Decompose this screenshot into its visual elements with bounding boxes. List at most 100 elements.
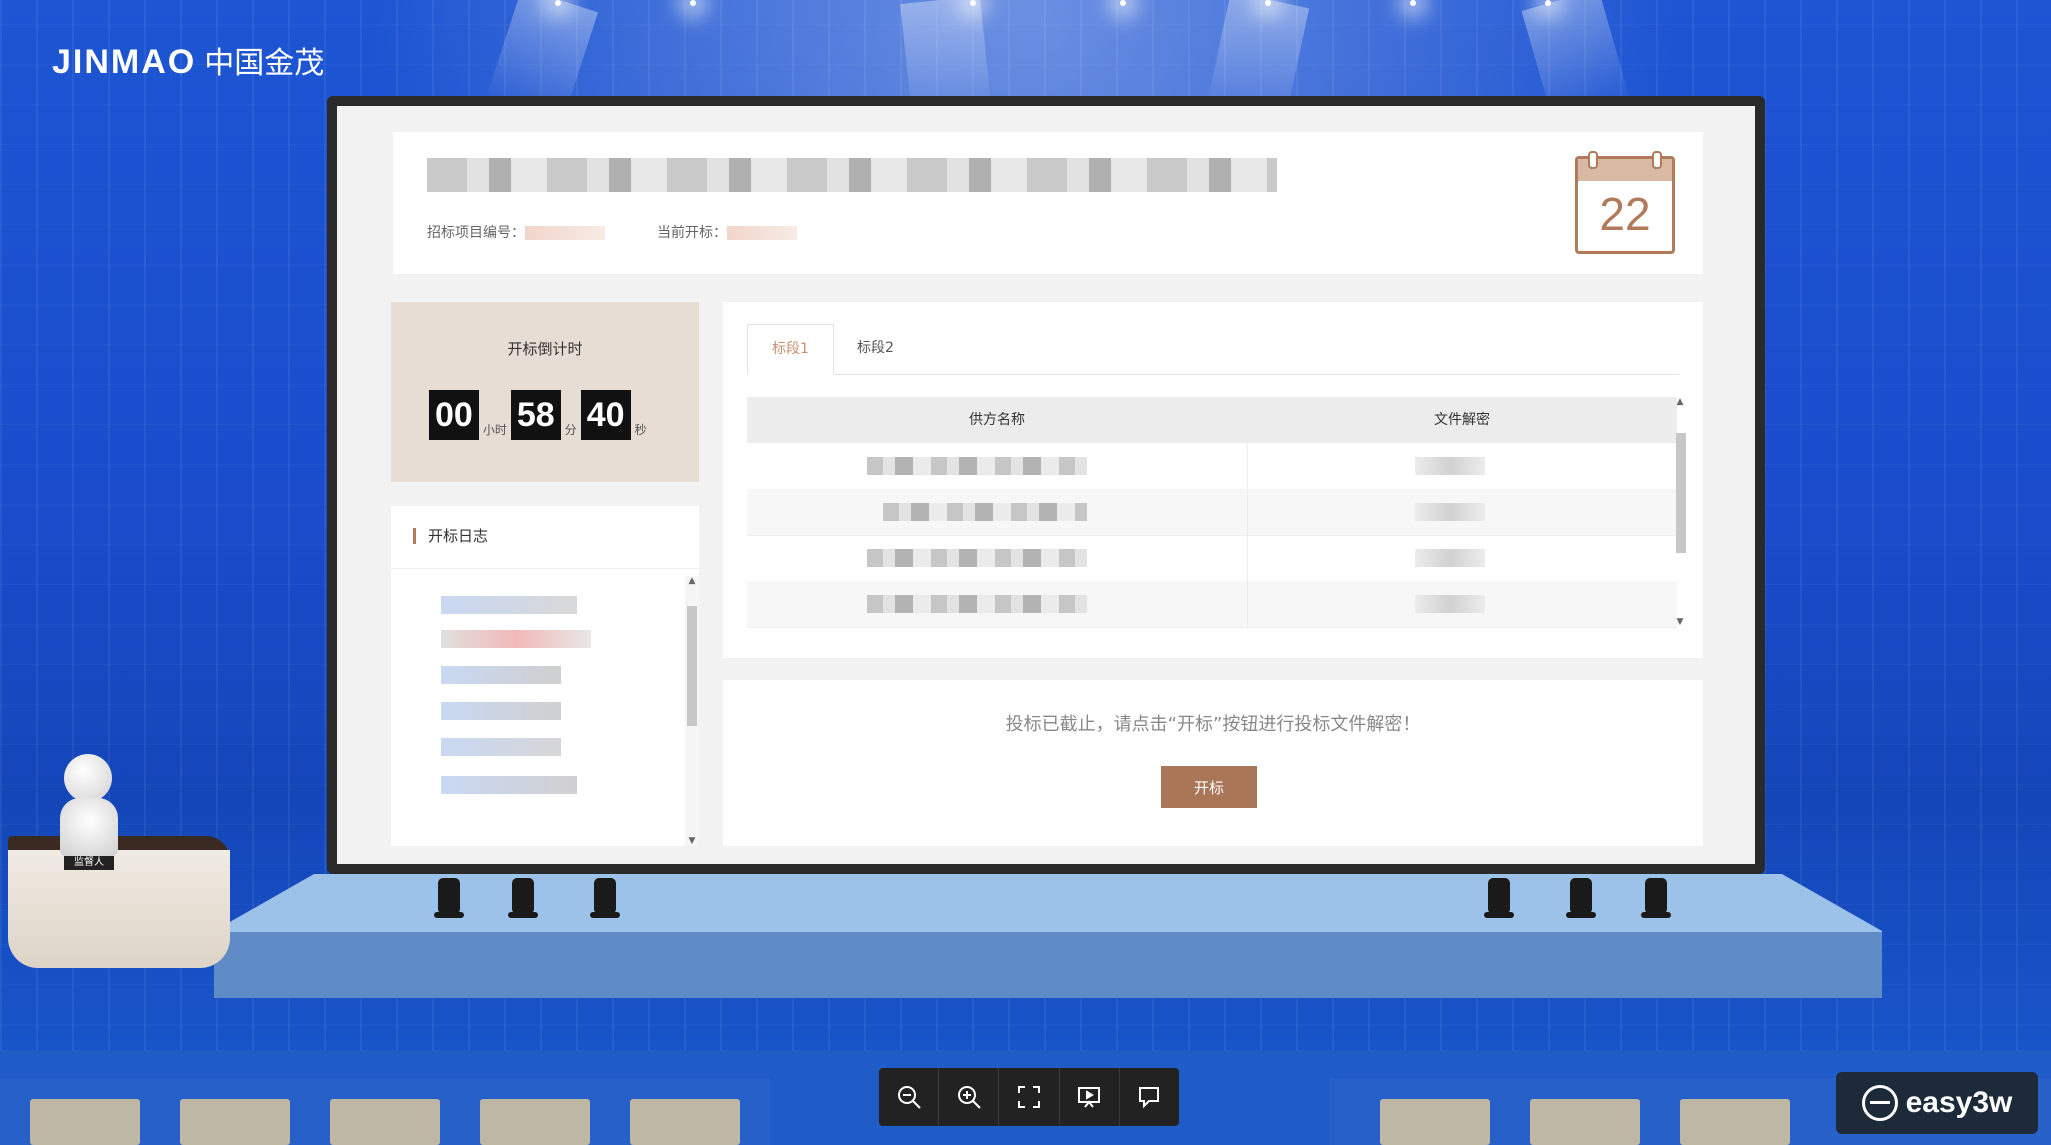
- scroll-down-icon[interactable]: ▼: [1673, 617, 1687, 627]
- seating-left: [0, 1078, 770, 1145]
- decrypt-status-redacted: [1415, 549, 1485, 567]
- table-row: [747, 443, 1677, 490]
- divider: [1247, 443, 1248, 489]
- column-file-decrypt: 文件解密: [1434, 412, 1490, 428]
- table-row: [747, 489, 1677, 536]
- spotlight: [555, 0, 561, 6]
- log-scroll-thumb[interactable]: [687, 606, 697, 726]
- avatar-body: [60, 798, 118, 856]
- stage-light-icon: [434, 878, 464, 918]
- decrypt-status-redacted: [1415, 595, 1485, 613]
- spotlight: [690, 0, 696, 6]
- seat: [330, 1099, 440, 1145]
- spotlight: [970, 0, 976, 6]
- logo-en: JINMAO: [52, 43, 197, 81]
- countdown-seconds-unit: 秒: [634, 423, 647, 437]
- seat: [1680, 1099, 1790, 1145]
- table-row: [747, 535, 1677, 582]
- countdown-minutes-unit: 分: [564, 423, 577, 437]
- calendar-day: 22: [1599, 188, 1651, 240]
- decrypt-status-redacted: [1415, 503, 1485, 521]
- comment-icon[interactable]: [1120, 1068, 1179, 1126]
- log-entry-redacted: [441, 666, 561, 684]
- decrypt-status-redacted: [1415, 457, 1485, 475]
- zoom-out-icon[interactable]: [879, 1068, 940, 1126]
- stage-light-icon: [590, 878, 620, 918]
- current-bid-value-redacted: [727, 226, 797, 240]
- stage-light-icon: [1484, 878, 1514, 918]
- seat: [1380, 1099, 1490, 1145]
- log-entry-redacted: [441, 630, 591, 648]
- logo-cn: 中国金茂: [204, 46, 325, 81]
- bid-table-card: 标段1 标段2 供方名称 文件解密 ▲ ▼: [723, 302, 1703, 658]
- table-row: [747, 581, 1677, 628]
- bid-closed-notice: 投标已截止，请点击“开标”按钮进行投标文件解密！: [1005, 714, 1421, 735]
- log-scrollbar[interactable]: ▲ ▼: [685, 576, 699, 846]
- stage-light-icon: [1641, 878, 1671, 918]
- log-entry-redacted: [441, 776, 577, 794]
- seat: [630, 1099, 740, 1145]
- supplier-name-redacted: [883, 503, 1087, 521]
- countdown-seconds: 40: [580, 390, 631, 440]
- bid-log-title: 开标日志: [413, 528, 488, 544]
- present-icon[interactable]: [1060, 1068, 1120, 1126]
- stage-light-icon: [508, 878, 538, 918]
- calendar-icon: 22: [1575, 151, 1675, 254]
- project-title-redacted: [427, 158, 1277, 192]
- table-scrollbar[interactable]: ▲ ▼: [1673, 397, 1687, 627]
- spotlight: [1120, 0, 1126, 6]
- countdown-title: 开标倒计时: [507, 340, 583, 358]
- display-screen: 招标项目编号： 当前开标： 22 开标倒计时 00 小时 58 分 40 秒 开…: [327, 96, 1765, 874]
- countdown-minutes: 58: [510, 390, 561, 440]
- spotlight: [1545, 0, 1551, 6]
- divider: [1247, 489, 1248, 535]
- column-supplier-name: 供方名称: [969, 412, 1025, 428]
- supervisor-badge: 监督人: [64, 856, 114, 870]
- countdown-hours-unit: 小时: [482, 423, 507, 437]
- easy3w-logo-icon: [1861, 1085, 1898, 1121]
- table-header: 供方名称 文件解密: [747, 397, 1677, 443]
- supplier-name-redacted: [867, 457, 1087, 475]
- fullscreen-icon[interactable]: [999, 1068, 1060, 1126]
- stage-front: [214, 932, 1882, 998]
- easy3w-brand: easy3w: [1836, 1072, 2038, 1134]
- seat: [1530, 1099, 1640, 1145]
- seat: [480, 1099, 590, 1145]
- divider: [1247, 535, 1248, 581]
- log-entry-redacted: [441, 738, 561, 756]
- avatar-head: [64, 754, 112, 802]
- current-bid: 当前开标：: [657, 222, 797, 242]
- viewer-toolbar: [879, 1068, 1179, 1126]
- scroll-up-icon[interactable]: ▲: [1673, 397, 1687, 407]
- project-no: 招标项目编号：: [427, 222, 605, 242]
- supplier-name-redacted: [867, 595, 1087, 613]
- tab-section-2[interactable]: 标段2: [833, 324, 918, 373]
- open-bid-card: 投标已截止，请点击“开标”按钮进行投标文件解密！ 开标: [723, 680, 1703, 846]
- project-no-value-redacted: [525, 226, 605, 240]
- jinmao-logo: JINMAO 中国金茂: [52, 38, 324, 82]
- seat: [30, 1099, 140, 1145]
- countdown-panel: 开标倒计时 00 小时 58 分 40 秒: [391, 302, 699, 482]
- log-entry-redacted: [441, 596, 577, 614]
- tab-section-1[interactable]: 标段1: [747, 324, 834, 375]
- divider: [391, 568, 699, 569]
- stage-light-icon: [1566, 878, 1596, 918]
- project-no-label: 招标项目编号：: [427, 225, 525, 241]
- section-tabs: 标段1 标段2: [747, 324, 1679, 375]
- podium: [8, 850, 230, 968]
- table-scroll-thumb[interactable]: [1676, 433, 1686, 553]
- spotlight: [1410, 0, 1416, 6]
- log-entry-redacted: [441, 702, 561, 720]
- supplier-name-redacted: [867, 549, 1087, 567]
- divider: [1247, 581, 1248, 627]
- zoom-in-icon[interactable]: [939, 1068, 1000, 1126]
- open-bid-button[interactable]: 开标: [1161, 766, 1257, 808]
- spotlight: [1265, 0, 1271, 6]
- scroll-down-icon[interactable]: ▼: [685, 836, 699, 846]
- bid-log-panel: 开标日志 ▲ ▼: [391, 506, 699, 846]
- current-bid-label: 当前开标：: [657, 225, 727, 241]
- scroll-up-icon[interactable]: ▲: [685, 576, 699, 586]
- calendar-ring: [1588, 151, 1598, 169]
- project-header: 招标项目编号： 当前开标： 22: [393, 132, 1703, 274]
- brand-text: easy3w: [1905, 1086, 2013, 1119]
